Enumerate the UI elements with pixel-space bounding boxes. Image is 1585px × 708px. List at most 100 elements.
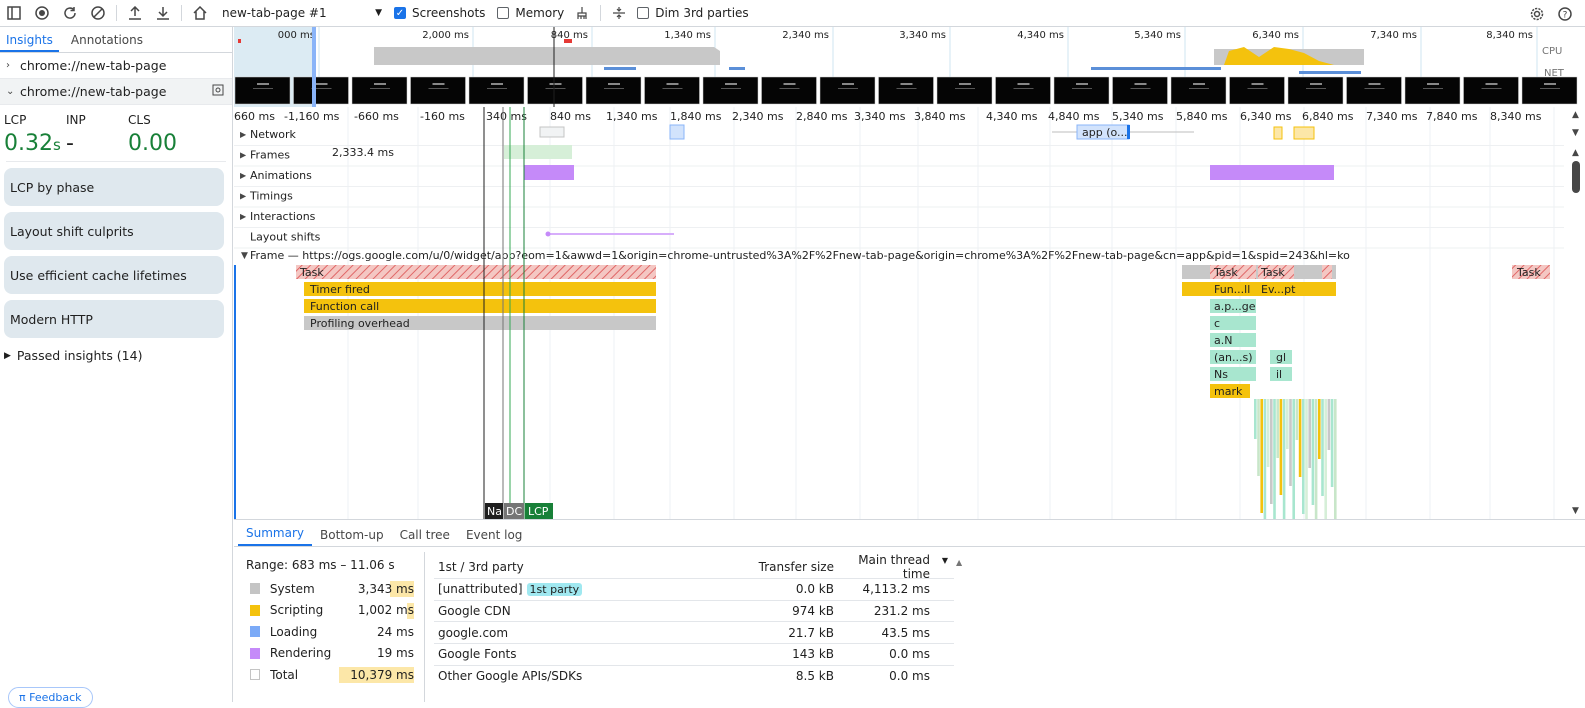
column-header-party[interactable]: 1st / 3rd party (434, 560, 734, 574)
tab-call-tree[interactable]: Call tree (392, 528, 458, 546)
flame-slice[interactable] (1282, 399, 1286, 519)
help-icon[interactable]: ? (1551, 0, 1579, 27)
flame-slice[interactable] (1279, 399, 1283, 495)
screenshot-thumbnail[interactable] (527, 76, 583, 105)
flame-slice[interactable] (1257, 399, 1260, 476)
triangle-right-icon[interactable]: ▶ (240, 130, 247, 139)
reload-icon[interactable] (56, 0, 84, 27)
screenshot-thumbnail[interactable] (819, 76, 876, 105)
screenshot-thumbnail[interactable] (1287, 76, 1344, 105)
screenshots-checkbox[interactable]: ✓ Screenshots (394, 6, 485, 20)
screenshot-thumbnail[interactable] (878, 76, 934, 105)
table-row[interactable]: Google CDN 974 kB 231.2 ms (434, 599, 954, 622)
selection-handle-left[interactable] (312, 27, 316, 107)
screenshot-thumbnail[interactable] (234, 76, 291, 105)
screenshot-thumbnail[interactable] (644, 76, 700, 105)
dim-third-parties-checkbox[interactable]: Dim 3rd parties (637, 6, 749, 20)
screenshot-thumbnail[interactable] (293, 76, 349, 105)
flame-slice[interactable] (1311, 399, 1315, 505)
flame-slice[interactable] (1327, 399, 1331, 450)
screenshot-thumbnail[interactable] (585, 76, 642, 105)
tab-insights[interactable]: Insights (0, 27, 59, 52)
screenshot-thumbnail[interactable] (1053, 76, 1110, 105)
flame-slice[interactable] (1321, 399, 1324, 496)
flame-slice[interactable] (1330, 399, 1334, 487)
flame-slice[interactable] (1260, 399, 1263, 513)
flame-slice[interactable] (1263, 399, 1267, 519)
track-label[interactable]: Interactions (250, 210, 316, 223)
flame-task-long[interactable] (1322, 265, 1332, 279)
flame-slice[interactable] (1305, 399, 1308, 519)
track-label[interactable]: Animations (250, 169, 312, 182)
triangle-right-icon[interactable]: ▶ (240, 151, 247, 160)
track-label[interactable]: Layout shifts (250, 231, 321, 244)
screenshot-thumbnail[interactable] (410, 76, 466, 105)
animation-block[interactable] (524, 165, 574, 180)
layout-shift-dot[interactable] (545, 231, 551, 237)
screenshot-thumbnail[interactable] (1463, 76, 1519, 105)
table-row[interactable]: google.com 21.7 kB 43.5 ms (434, 621, 954, 643)
flame-slice[interactable] (1318, 399, 1321, 459)
network-request[interactable] (539, 126, 565, 138)
network-request[interactable] (1273, 126, 1283, 140)
track-label[interactable]: Frames (250, 149, 290, 162)
flame-slice[interactable] (1266, 399, 1270, 467)
flame-slice[interactable] (1276, 399, 1279, 458)
screenshot-thumbnail[interactable] (1521, 76, 1578, 105)
timeline-canvas[interactable]: 000 ms 2,000 ms 840 ms 1,340 ms 2,340 ms 3,34… (234, 27, 1585, 519)
flame-slice[interactable] (1286, 399, 1289, 449)
broom-icon[interactable] (568, 0, 596, 27)
track-label[interactable]: Timings (249, 190, 293, 203)
flame-slice[interactable] (1292, 399, 1295, 519)
flame-slice[interactable] (1270, 399, 1273, 504)
screenshot-thumbnail[interactable] (1170, 76, 1227, 105)
table-row[interactable]: [unattributed] 1st party 0.0 kB 4,113.2 ms (434, 578, 954, 600)
page-select[interactable]: new-tab-page #1 ▼ (222, 6, 382, 20)
flame-slice[interactable] (1324, 399, 1327, 519)
track-label[interactable]: Network (250, 128, 297, 141)
flame-slice[interactable] (1254, 399, 1257, 439)
feedback-button[interactable]: π Feedback (8, 687, 93, 708)
table-row[interactable]: Other Google APIs/SDKs 8.5 kB 0.0 ms (434, 664, 954, 687)
memory-checkbox[interactable]: Memory (497, 6, 564, 20)
scroll-up-icon[interactable]: ▲ (1572, 148, 1579, 158)
tab-bottom-up[interactable]: Bottom-up (312, 528, 392, 546)
insight-modern-http[interactable]: Modern HTTP (4, 300, 224, 338)
record-icon[interactable] (28, 0, 56, 27)
table-row[interactable]: Google Fonts 143 kB 0.0 ms (434, 643, 954, 665)
sort-up-icon[interactable]: ▲ (956, 558, 962, 567)
screenshot-thumbnail[interactable] (1404, 76, 1461, 105)
network-request[interactable] (669, 124, 685, 140)
insight-layout-shift-culprits[interactable]: Layout shift culprits (4, 212, 224, 250)
triangle-right-icon[interactable]: ▶ (240, 171, 247, 180)
flame-scripting[interactable] (1182, 282, 1336, 296)
flame-slice[interactable] (1302, 399, 1305, 514)
flame-slice[interactable] (1273, 399, 1276, 519)
column-header-transfer[interactable]: Transfer size (734, 560, 834, 574)
flame-slice[interactable] (1308, 399, 1311, 468)
triangle-down-icon[interactable]: ▼ (241, 251, 248, 261)
network-request[interactable] (1293, 126, 1315, 140)
animation-block[interactable] (1210, 165, 1334, 180)
screenshot-thumbnail[interactable] (995, 76, 1051, 105)
screenshot-thumbnail[interactable] (1346, 76, 1402, 105)
gear-icon[interactable] (1523, 0, 1551, 27)
screenshot-thumbnail[interactable] (1112, 76, 1168, 105)
scrollbar-thumb[interactable] (1572, 161, 1580, 193)
screenshot-thumbnail[interactable] (702, 76, 759, 105)
download-icon[interactable] (149, 0, 177, 27)
clear-icon[interactable] (84, 0, 112, 27)
collapse-tracks-icon[interactable] (605, 0, 633, 27)
flame-slice[interactable] (1295, 399, 1299, 440)
home-icon[interactable] (186, 0, 214, 27)
insight-cache-lifetimes[interactable]: Use efficient cache lifetimes (4, 256, 224, 294)
flame-slice[interactable] (1334, 399, 1337, 519)
screenshot-thumbnail[interactable] (351, 76, 408, 105)
screenshot-thumbnail[interactable] (468, 76, 525, 105)
trace-item-expanded[interactable]: ⌄ chrome://new-tab-page (0, 79, 232, 105)
flame-slice[interactable] (1298, 399, 1302, 477)
screenshot-thumbnail[interactable] (936, 76, 993, 105)
column-header-main-thread[interactable]: Main thread time ▼ (834, 553, 954, 581)
frame-block[interactable] (504, 145, 572, 159)
passed-insights-toggle[interactable]: ▶ Passed insights (14) (4, 348, 232, 363)
